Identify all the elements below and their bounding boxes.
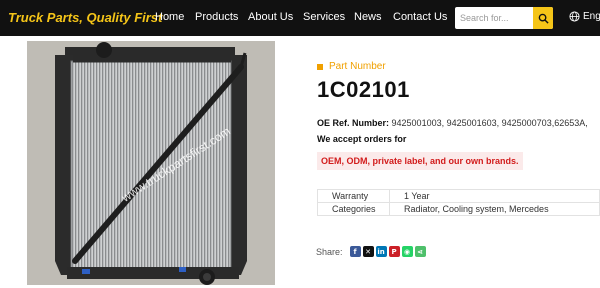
facebook-icon[interactable]: f — [349, 246, 361, 257]
search-input[interactable] — [455, 7, 533, 29]
specs-table: Warranty 1 Year Categories Radiator, Coo… — [317, 189, 600, 216]
share-bar: Share: f ✕ in P ◉ ⋖ — [316, 246, 426, 257]
part-number-label: Part Number — [317, 61, 386, 72]
accept-orders-text: We accept orders for — [317, 134, 407, 144]
label-marker-icon — [317, 63, 323, 70]
nav-home[interactable]: Home — [155, 11, 184, 23]
oe-label: OE Ref. Number: — [317, 118, 390, 128]
top-navbar: Truck Parts, Quality First Home Products… — [0, 0, 600, 36]
part-number-label-text: Part Number — [329, 61, 386, 72]
globe-icon — [569, 11, 580, 22]
oe-reference: OE Ref. Number: 9425001003, 9425001603, … — [317, 118, 588, 128]
nav-services[interactable]: Services — [303, 11, 345, 23]
radiator-image — [27, 41, 275, 285]
pinterest-icon[interactable]: P — [388, 246, 400, 257]
part-number: 1C02101 — [317, 77, 410, 102]
oe-numbers: 9425001003, 9425001603, 9425000703,62653… — [391, 118, 588, 128]
brand-logo[interactable]: Truck Parts, Quality First — [8, 10, 162, 25]
share-label: Share: — [316, 246, 343, 257]
table-row: Warranty 1 Year — [317, 189, 600, 203]
search-button[interactable] — [533, 7, 553, 29]
x-icon[interactable]: ✕ — [362, 246, 374, 257]
share-icon[interactable]: ⋖ — [414, 246, 426, 257]
product-image[interactable]: www.truckpartsfirst.com — [27, 41, 275, 285]
order-types-highlight: OEM, ODM, private label, and our own bra… — [317, 152, 523, 170]
whatsapp-icon[interactable]: ◉ — [401, 246, 413, 257]
spec-key-categories: Categories — [317, 202, 390, 216]
linkedin-icon[interactable]: in — [375, 246, 387, 257]
table-row: Categories Radiator, Cooling system, Mer… — [317, 202, 600, 216]
search-box — [455, 7, 553, 29]
spec-key-warranty: Warranty — [317, 189, 390, 203]
search-icon — [538, 13, 549, 24]
spec-value-warranty: 1 Year — [389, 189, 600, 203]
language-label: Eng — [583, 11, 600, 22]
nav-products[interactable]: Products — [195, 11, 238, 23]
spec-value-categories: Radiator, Cooling system, Mercedes — [389, 202, 600, 216]
language-selector[interactable]: Eng — [569, 11, 600, 22]
nav-news[interactable]: News — [354, 11, 382, 23]
nav-contact-us[interactable]: Contact Us — [393, 11, 447, 23]
nav-about-us[interactable]: About Us — [248, 11, 293, 23]
